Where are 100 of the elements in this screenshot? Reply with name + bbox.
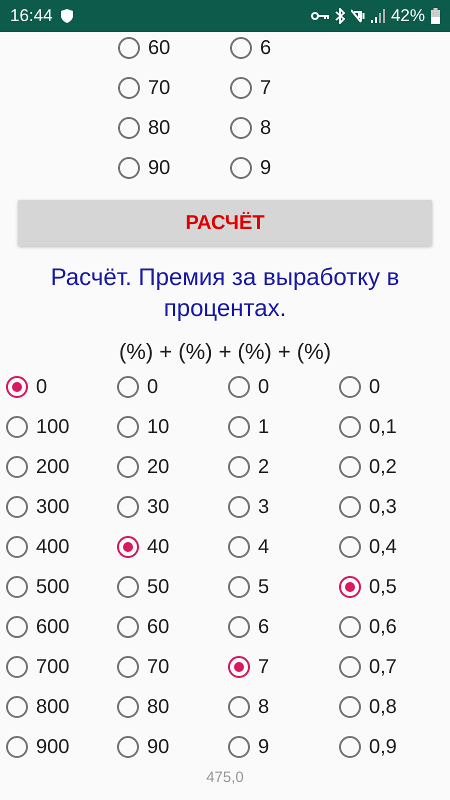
radio-button[interactable]	[339, 576, 361, 598]
radio-button[interactable]	[230, 77, 252, 99]
radio-button[interactable]	[339, 416, 361, 438]
radio-button[interactable]	[228, 456, 250, 478]
radio-button[interactable]	[6, 376, 28, 398]
radio-button[interactable]	[6, 616, 28, 638]
radio-button[interactable]	[339, 656, 361, 678]
radio-button[interactable]	[118, 37, 140, 59]
option-label: 4	[258, 535, 270, 560]
option-label: 2	[258, 455, 270, 480]
radio-button[interactable]	[339, 536, 361, 558]
radio-button[interactable]	[339, 376, 361, 398]
option-label: 0,3	[369, 495, 397, 520]
radio-button[interactable]	[117, 656, 139, 678]
option-label: 5	[258, 575, 270, 600]
result-text: 475,0	[205, 768, 245, 788]
option-label: 8	[258, 695, 270, 720]
radio-button[interactable]	[118, 117, 140, 139]
radio-button[interactable]	[339, 736, 361, 758]
radio-button[interactable]	[228, 656, 250, 678]
option-label: 700	[36, 655, 70, 680]
option-label: 0,1	[369, 415, 397, 440]
option-label: 70	[148, 76, 170, 101]
radio-button[interactable]	[228, 696, 250, 718]
option-label: 0,8	[369, 695, 397, 720]
radio-button[interactable]	[230, 117, 252, 139]
option-label: 80	[147, 695, 170, 720]
radio-button[interactable]	[228, 416, 250, 438]
radio-button[interactable]	[228, 376, 250, 398]
radio-button[interactable]	[117, 496, 139, 518]
radio-button[interactable]	[228, 496, 250, 518]
option-label: 0,2	[369, 455, 397, 480]
option-label: 0	[258, 375, 270, 400]
option-label: 70	[147, 655, 170, 680]
shield-icon	[58, 8, 75, 24]
option-label: 6	[258, 615, 270, 640]
bluetooth-icon	[334, 8, 345, 24]
option-label: 40	[147, 535, 170, 560]
option-label: 800	[36, 695, 70, 720]
option-label: 7	[258, 655, 270, 680]
battery-icon	[431, 8, 440, 24]
radio-button[interactable]	[339, 616, 361, 638]
option-label: 0	[147, 375, 158, 400]
key-icon	[310, 11, 329, 21]
radio-button[interactable]	[339, 456, 361, 478]
radio-button[interactable]	[117, 616, 139, 638]
option-label: 100	[36, 415, 70, 440]
radio-button[interactable]	[6, 736, 28, 758]
option-label: 7	[260, 76, 272, 101]
radio-button[interactable]	[6, 496, 28, 518]
battery-percent: 42%	[390, 5, 425, 28]
option-label: 10	[147, 415, 170, 440]
option-label: 500	[36, 575, 70, 600]
radio-button[interactable]	[6, 696, 28, 718]
option-label: 50	[147, 575, 170, 600]
option-label: 400	[36, 535, 70, 560]
vibrate-icon	[350, 8, 365, 24]
radio-button[interactable]	[117, 696, 139, 718]
option-label: 0,7	[369, 655, 397, 680]
option-label: 6	[260, 36, 272, 61]
radio-button[interactable]	[339, 496, 361, 518]
option-label: 900	[36, 735, 70, 760]
option-label: 60	[148, 36, 170, 61]
option-label: 9	[260, 156, 272, 181]
radio-button[interactable]	[230, 157, 252, 179]
radio-button[interactable]	[117, 536, 139, 558]
radio-button[interactable]	[228, 536, 250, 558]
calculate-button[interactable]: РАСЧЁТ	[18, 200, 432, 246]
radio-button[interactable]	[6, 416, 28, 438]
radio-button[interactable]	[117, 456, 139, 478]
option-label: 80	[148, 116, 170, 141]
radio-button[interactable]	[118, 77, 140, 99]
radio-button[interactable]	[228, 576, 250, 598]
radio-button[interactable]	[339, 696, 361, 718]
radio-button[interactable]	[228, 616, 250, 638]
radio-button[interactable]	[6, 656, 28, 678]
radio-button[interactable]	[228, 736, 250, 758]
option-label: 90	[148, 156, 170, 181]
clock: 16:44	[10, 5, 53, 28]
option-label: 1	[258, 415, 270, 440]
radio-button[interactable]	[118, 157, 140, 179]
option-label: 600	[36, 615, 70, 640]
option-label: 200	[36, 455, 70, 480]
radio-button[interactable]	[117, 416, 139, 438]
option-label: 30	[147, 495, 170, 520]
option-label: 90	[147, 735, 170, 760]
option-label: 0,9	[369, 735, 397, 760]
signal-icon	[370, 9, 385, 23]
option-label: 0	[369, 375, 380, 400]
radio-button[interactable]	[230, 37, 252, 59]
radio-button[interactable]	[6, 576, 28, 598]
radio-button[interactable]	[117, 376, 139, 398]
option-label: 0,6	[369, 615, 397, 640]
radio-button[interactable]	[117, 576, 139, 598]
option-label: 300	[36, 495, 70, 520]
radio-button[interactable]	[6, 456, 28, 478]
radio-button[interactable]	[117, 736, 139, 758]
option-label: 8	[260, 116, 272, 141]
radio-button[interactable]	[6, 536, 28, 558]
option-label: 60	[147, 615, 170, 640]
